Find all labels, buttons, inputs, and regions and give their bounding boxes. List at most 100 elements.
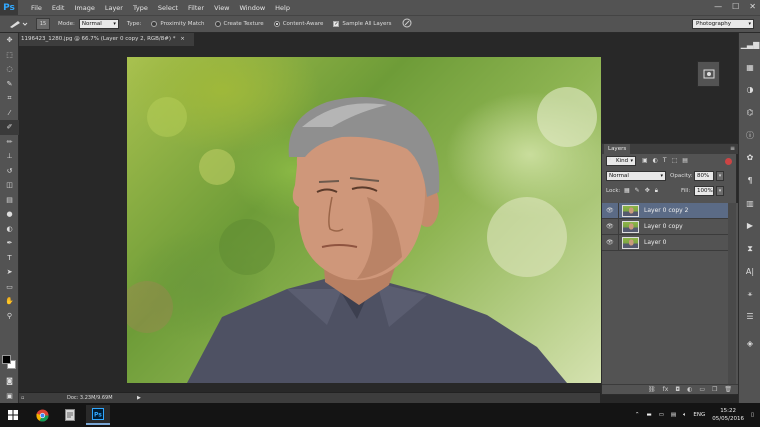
eraser-tool-icon[interactable]: ◫: [0, 178, 19, 193]
zoom-tool-icon[interactable]: ⚲: [0, 309, 19, 324]
blur-tool-icon[interactable]: ●: [0, 207, 19, 222]
notes-taskbar-button[interactable]: [58, 405, 82, 425]
pen-tool-icon[interactable]: ✒: [0, 236, 19, 251]
rectangle-tool-icon[interactable]: ▭: [0, 280, 19, 295]
menu-select[interactable]: Select: [153, 4, 183, 12]
visibility-eye-icon[interactable]: 👁︎: [606, 223, 615, 231]
dodge-tool-icon[interactable]: ◐: [0, 222, 19, 237]
history-icon[interactable]: ⧗: [739, 237, 760, 260]
quick-selection-tool-icon[interactable]: ✎: [0, 77, 19, 92]
fill-input[interactable]: 100%: [694, 186, 714, 196]
layer-row[interactable]: 👁︎ Layer 0 copy: [602, 219, 730, 235]
adjustments-icon[interactable]: ⌬: [739, 101, 760, 124]
fill-slider-button[interactable]: ▾: [716, 186, 724, 196]
shape-filter-icon[interactable]: ⬚: [672, 156, 678, 166]
menu-filter[interactable]: Filter: [183, 4, 209, 12]
panel-menu-icon[interactable]: ≡: [730, 144, 735, 154]
visibility-eye-icon[interactable]: 👁︎: [606, 239, 615, 247]
link-layers-icon[interactable]: ⛓: [648, 385, 656, 394]
path-selection-tool-icon[interactable]: ➤: [0, 265, 19, 280]
spot-healing-tool-icon[interactable]: ✐: [0, 120, 19, 135]
pressure-brush-icon[interactable]: [402, 18, 412, 30]
histogram-icon[interactable]: ▁▃▆: [739, 33, 760, 56]
tray-monitor-icon[interactable]: ▭: [659, 412, 664, 418]
layers-tab[interactable]: Layers: [604, 144, 631, 154]
status-menu-arrow[interactable]: ▶: [137, 393, 141, 403]
menu-edit[interactable]: Edit: [47, 4, 70, 12]
chrome-taskbar-button[interactable]: [30, 405, 54, 425]
styles-icon[interactable]: ✿: [739, 146, 760, 169]
smart-object-filter-icon[interactable]: ▤: [682, 156, 688, 166]
content-aware-radio[interactable]: [273, 21, 280, 27]
color-icon[interactable]: ◑: [739, 78, 760, 101]
adjustment-filter-icon[interactable]: ◐: [653, 156, 658, 166]
adjustment-layer-icon[interactable]: ◐: [687, 385, 692, 394]
lock-all-icon[interactable]: 🔒︎: [655, 186, 658, 196]
brush-size-picker[interactable]: 15: [36, 18, 50, 30]
menu-view[interactable]: View: [209, 4, 234, 12]
canvas-image[interactable]: [127, 57, 601, 383]
document-size-info[interactable]: Doc: 3.23M/9.69M: [67, 393, 113, 403]
photoshop-taskbar-button[interactable]: Ps: [86, 405, 110, 425]
lock-transparent-icon[interactable]: ▦: [624, 186, 630, 196]
menu-help[interactable]: Help: [270, 4, 295, 12]
type-filter-icon[interactable]: T: [663, 156, 667, 166]
layer-style-icon[interactable]: fx: [663, 385, 669, 394]
menu-type[interactable]: Type: [128, 4, 153, 12]
history-brush-tool-icon[interactable]: ↺: [0, 164, 19, 179]
layers-panel-icon[interactable]: ◈: [739, 332, 760, 355]
layer-name[interactable]: Layer 0: [644, 235, 666, 251]
navigator-mini-panel[interactable]: [697, 61, 720, 87]
sample-all-layers-checkbox[interactable]: ✓: [333, 21, 340, 27]
actions-icon[interactable]: ▶: [739, 215, 760, 238]
color-swatches[interactable]: [2, 355, 17, 370]
maximize-button[interactable]: ☐: [732, 2, 739, 11]
menu-window[interactable]: Window: [235, 4, 271, 12]
paragraph-icon[interactable]: ¶: [739, 169, 760, 192]
layer-row[interactable]: 👁︎ Layer 0 copy 2: [602, 203, 730, 219]
opacity-input[interactable]: 80%: [694, 171, 714, 181]
mode-select[interactable]: Normal: [78, 19, 119, 29]
properties-icon[interactable]: ☰: [739, 305, 760, 328]
layers-scrollbar[interactable]: [728, 203, 736, 387]
brush-presets-icon[interactable]: ▥: [739, 192, 760, 215]
layer-name[interactable]: Layer 0 copy: [644, 219, 683, 235]
screen-mode-icon[interactable]: ▣: [0, 389, 19, 404]
filter-toggle-icon[interactable]: [725, 158, 732, 165]
tray-language[interactable]: ENG: [693, 412, 705, 418]
tray-chevron-icon[interactable]: ⌃: [635, 412, 640, 418]
opacity-slider-button[interactable]: ▾: [716, 171, 724, 181]
type-tool-icon[interactable]: T: [0, 251, 19, 266]
document-tab[interactable]: 1196423_1280.jpg @ 66.7% (Layer 0 copy 2…: [19, 33, 194, 46]
tray-volume-icon[interactable]: 🔈︎: [683, 412, 686, 419]
lasso-tool-icon[interactable]: ◌: [0, 62, 19, 77]
start-button[interactable]: [0, 403, 26, 427]
spot-healing-brush-icon[interactable]: [4, 17, 32, 31]
marquee-tool-icon[interactable]: ⬚: [0, 48, 19, 63]
close-button[interactable]: ✕: [749, 2, 756, 11]
navigator-icon[interactable]: ▦: [739, 56, 760, 79]
workspace-select[interactable]: Photography: [692, 19, 754, 29]
menu-image[interactable]: Image: [69, 4, 99, 12]
clone-stamp-tool-icon[interactable]: ⊥: [0, 149, 19, 164]
tray-app-icon[interactable]: ▬: [646, 412, 651, 418]
menu-layer[interactable]: Layer: [100, 4, 128, 12]
notifications-icon[interactable]: ▯: [751, 412, 754, 418]
quick-mask-icon[interactable]: ◙: [0, 374, 19, 389]
pixel-filter-icon[interactable]: ▣: [642, 156, 648, 166]
crop-tool-icon[interactable]: ⌗: [0, 91, 19, 106]
character-icon[interactable]: A|: [739, 260, 760, 283]
layer-row[interactable]: 👁︎ Layer 0: [602, 235, 730, 251]
zoom-info-icon[interactable]: ▫: [21, 393, 29, 403]
move-tool-icon[interactable]: ✥: [0, 33, 19, 48]
clone-source-icon[interactable]: ⚹: [739, 283, 760, 306]
tray-network-icon[interactable]: ▤: [671, 412, 676, 418]
layer-name[interactable]: Layer 0 copy 2: [644, 203, 688, 219]
proximity-match-radio[interactable]: [151, 21, 158, 27]
foreground-color-swatch[interactable]: [2, 355, 11, 364]
info-icon[interactable]: ⓘ: [739, 124, 760, 147]
document-tab-close-icon[interactable]: ×: [180, 36, 185, 42]
brush-tool-icon[interactable]: ✏: [0, 135, 19, 150]
new-group-icon[interactable]: ▭: [699, 385, 705, 394]
taskbar-clock[interactable]: 15:22 05/05/2016: [712, 407, 744, 423]
